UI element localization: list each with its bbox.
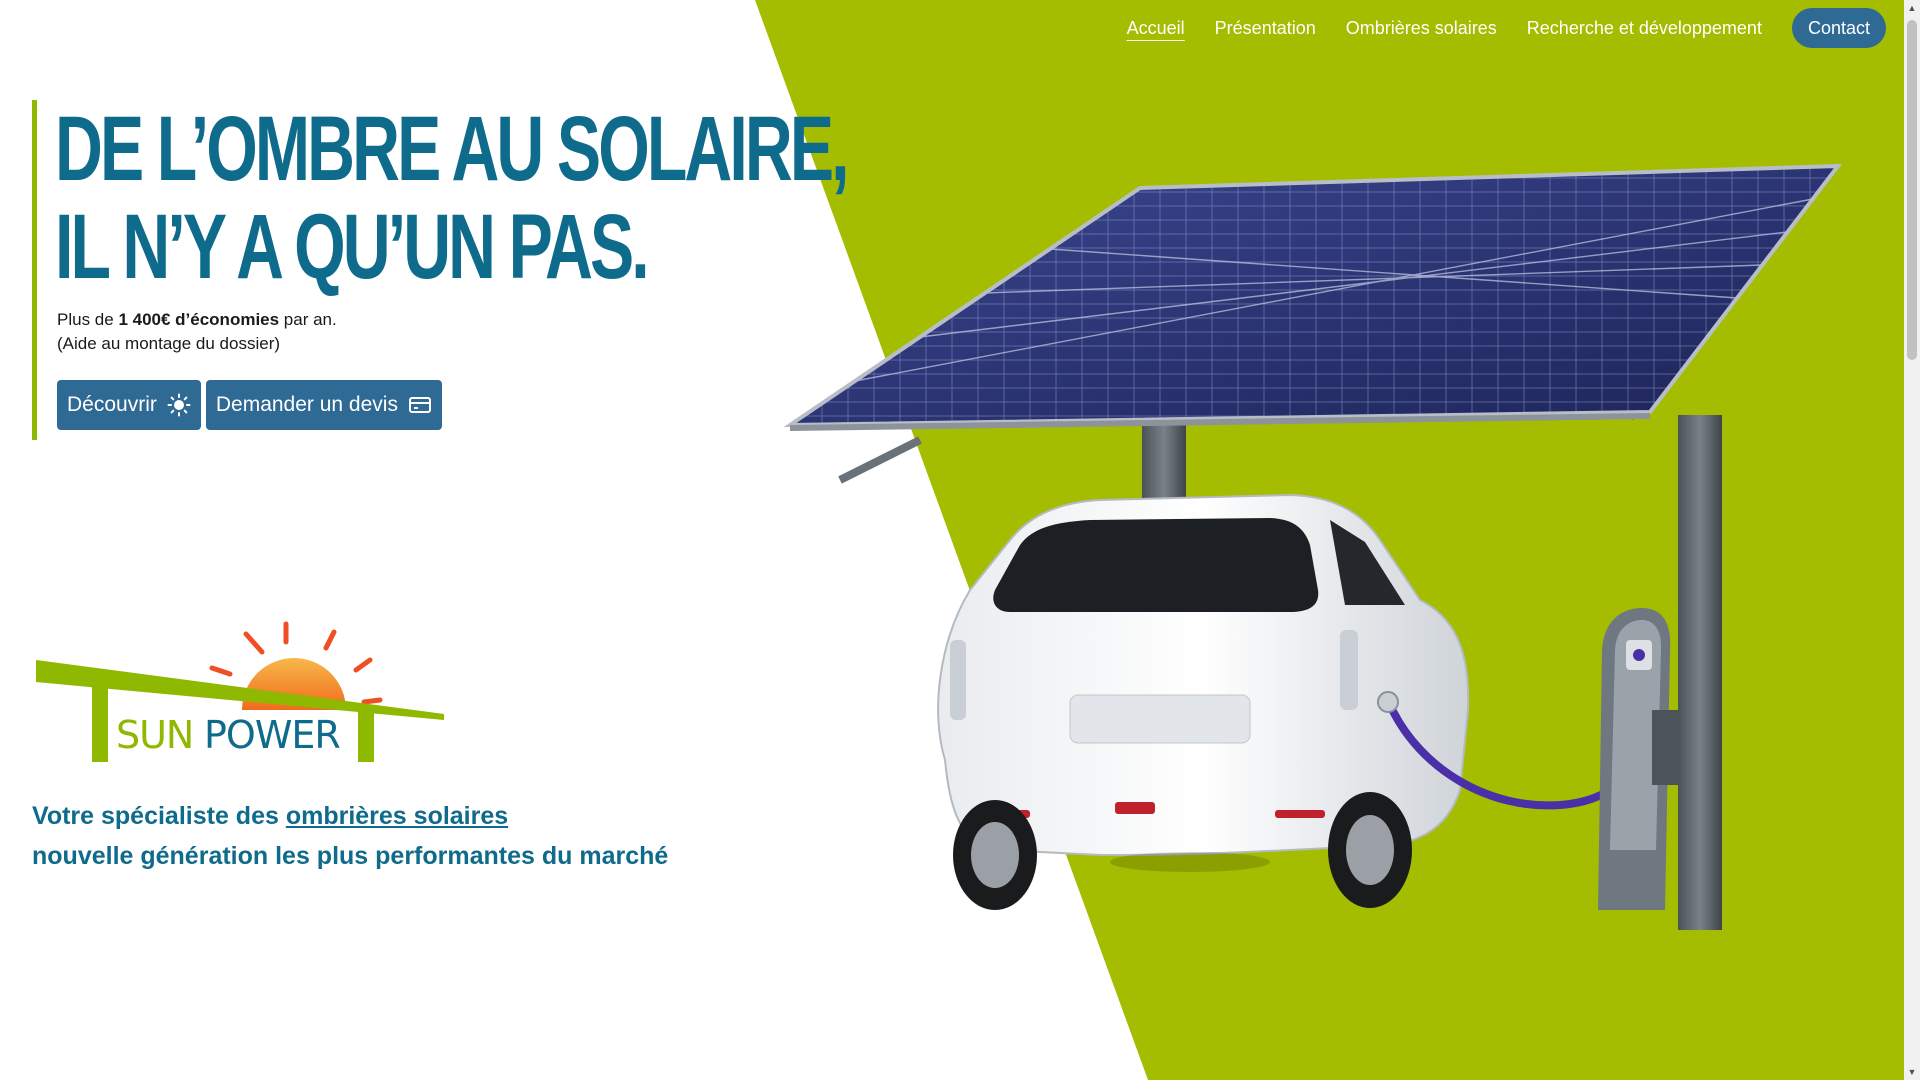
credit-card-icon xyxy=(408,397,431,413)
sub-line2: (Aide au montage du dossier) xyxy=(57,334,281,353)
logo-text-power: POWER xyxy=(204,713,340,757)
tagline-prefix: Votre spécialiste des xyxy=(32,802,286,830)
hero-headline: DE L’OMBRE AU SOLAIRE, IL N’Y A QU’UN PA… xyxy=(55,98,850,298)
contact-button[interactable]: Contact xyxy=(1791,8,1886,48)
discover-label: Découvrir xyxy=(67,393,157,416)
sunpower-logo: SUN POWER xyxy=(36,621,444,762)
nav-presentation[interactable]: Présentation xyxy=(1215,8,1316,48)
scrollbar-thumb[interactable] xyxy=(1907,20,1917,360)
quote-button[interactable]: Demander un devis xyxy=(205,380,442,430)
carport-illustration xyxy=(783,163,1843,930)
scroll-down-icon[interactable]: ▼ xyxy=(1904,1064,1920,1080)
page: Accueil Présentation Ombrières solaires … xyxy=(0,0,1904,1080)
headline-line1: DE L’OMBRE AU SOLAIRE, xyxy=(55,98,850,200)
tagline-line2: nouvelle génération les plus performante… xyxy=(32,842,669,870)
discover-button[interactable]: Découvrir xyxy=(57,380,201,430)
tagline: Votre spécialiste des ombrières solaires… xyxy=(32,796,668,876)
hero-buttons: Découvrir Demander un devis xyxy=(57,380,442,430)
hero-subtext: Plus de 1 400€ d’économies par an. (Aide… xyxy=(57,308,337,356)
tagline-link[interactable]: ombrières solaires xyxy=(286,802,508,830)
logo-text-sun: SUN xyxy=(116,713,193,757)
nav-recherche[interactable]: Recherche et développement xyxy=(1527,8,1762,48)
sub-suffix: par an. xyxy=(279,310,337,329)
headline-line2: IL N’Y A QU’UN PAS. xyxy=(55,196,650,298)
hero-section: DE L’OMBRE AU SOLAIRE, IL N’Y A QU’UN PA… xyxy=(32,100,850,440)
sun-icon xyxy=(167,393,191,417)
scroll-up-icon[interactable]: ▲ xyxy=(1904,0,1920,16)
quote-label: Demander un devis xyxy=(215,393,398,416)
nav-accueil[interactable]: Accueil xyxy=(1127,8,1185,48)
sub-prefix: Plus de xyxy=(57,310,119,329)
sub-savings: 1 400€ d’économies xyxy=(118,310,280,329)
main-nav: Accueil Présentation Ombrières solaires … xyxy=(1127,8,1886,48)
nav-ombrieres[interactable]: Ombrières solaires xyxy=(1346,8,1497,48)
page-scrollbar[interactable]: ▲ ▼ xyxy=(1904,0,1920,1080)
